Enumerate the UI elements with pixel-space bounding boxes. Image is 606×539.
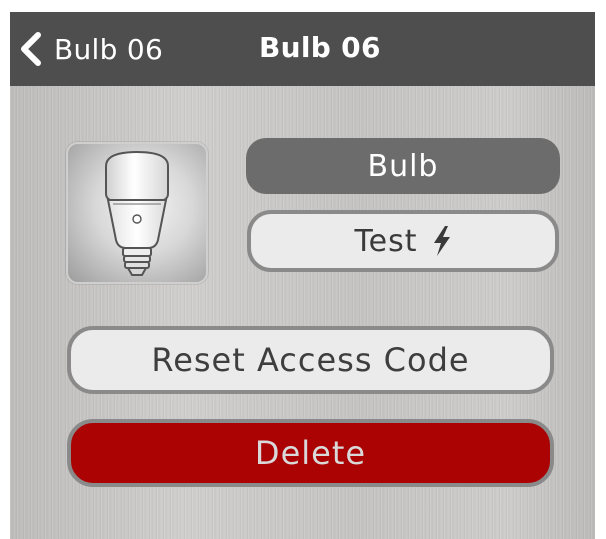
delete-button[interactable]: Delete [67, 419, 554, 487]
test-button-label: Test [354, 223, 418, 259]
screen: Bulb 06 Bulb 06 Bulb Test Reset Access C… [10, 12, 595, 539]
device-name-label: Bulb [246, 138, 560, 194]
lightning-bolt-icon [433, 226, 450, 256]
back-button-label: Bulb 06 [54, 32, 164, 66]
navigation-bar: Bulb 06 Bulb 06 [10, 12, 595, 86]
device-image[interactable] [66, 142, 208, 284]
back-button[interactable]: Bulb 06 [18, 26, 163, 72]
test-button[interactable]: Test [247, 210, 559, 272]
page-title: Bulb 06 [259, 31, 381, 64]
chevron-left-icon [21, 32, 41, 66]
reset-access-code-button[interactable]: Reset Access Code [67, 326, 554, 394]
light-bulb-icon [105, 150, 169, 276]
